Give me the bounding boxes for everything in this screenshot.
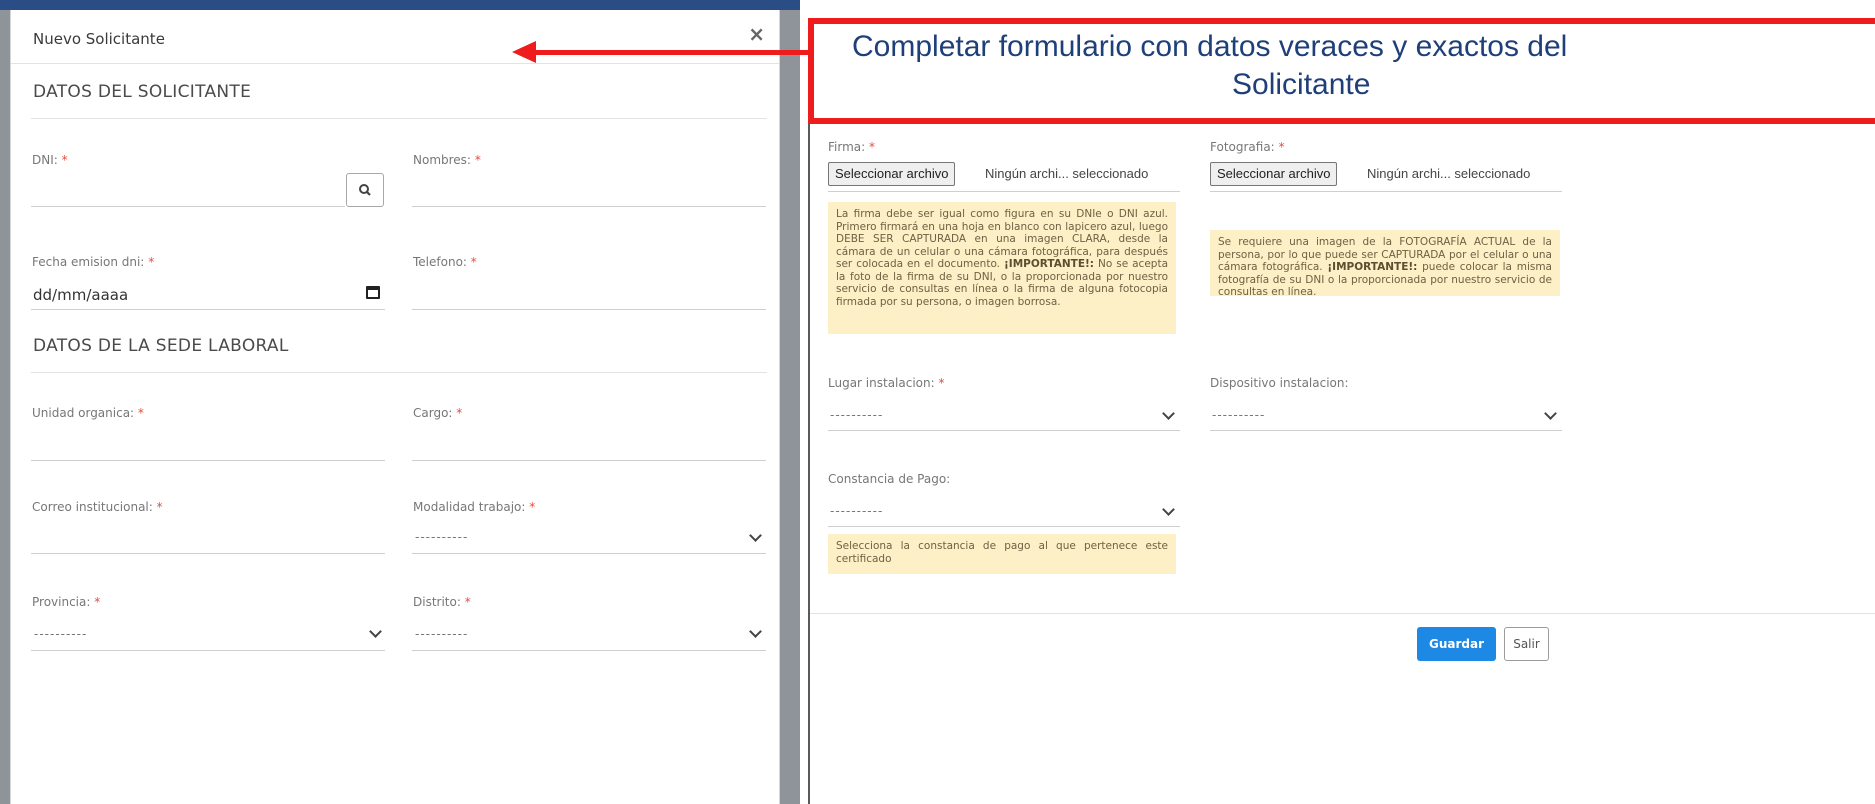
firma-file-status: Ningún archi... seleccionado — [985, 166, 1149, 181]
provincia-label: Provincia: * — [32, 595, 101, 609]
lugar-instalacion-label: Lugar instalacion: * — [828, 376, 945, 390]
new-applicant-modal: Nuevo Solicitante × DATOS DEL SOLICITANT… — [10, 10, 780, 804]
annotation-line-2: Solicitante — [1232, 68, 1371, 101]
close-icon[interactable]: × — [748, 24, 765, 44]
chevron-down-icon — [749, 625, 762, 638]
section-title-workplace: DATOS DE LA SEDE LABORAL — [33, 336, 289, 356]
firma-help-note: La firma debe ser igual como figura en s… — [828, 202, 1176, 334]
annotation-arrow-head — [512, 41, 536, 63]
form-continuation-panel: Firma: * Seleccionar archivo Ningún arch… — [808, 124, 1875, 804]
calendar-icon[interactable] — [366, 286, 380, 299]
constancia-pago-help-note: Selecciona la constancia de pago al que … — [828, 534, 1176, 574]
modal-header: Nuevo Solicitante × — [11, 10, 779, 64]
chevron-down-icon — [1544, 407, 1557, 420]
chevron-down-icon — [1162, 407, 1175, 420]
modalidad-select[interactable]: ---------- — [415, 530, 468, 544]
modalidad-underline — [412, 553, 766, 554]
firma-file-button[interactable]: Seleccionar archivo — [828, 162, 956, 186]
distrito-underline — [412, 650, 766, 651]
save-button[interactable]: Guardar — [1417, 627, 1496, 661]
section-divider — [31, 372, 767, 373]
modal-footer-divider — [810, 613, 1875, 614]
correo-label: Correo institucional: * — [32, 500, 163, 514]
chevron-down-icon — [749, 529, 762, 542]
firma-label: Firma: * — [828, 140, 875, 154]
telefono-label: Telefono: * — [413, 255, 477, 269]
lugar-instalacion-underline — [828, 430, 1180, 431]
firma-underline — [828, 191, 1180, 192]
annotation-arrow-line — [530, 50, 808, 55]
fotografia-file-status: Ningún archi... seleccionado — [1367, 166, 1531, 181]
modal-title: Nuevo Solicitante — [33, 30, 165, 48]
nombres-input[interactable] — [412, 206, 766, 207]
distrito-label: Distrito: * — [413, 595, 471, 609]
provincia-underline — [31, 650, 385, 651]
fotografia-file-button[interactable]: Seleccionar archivo — [1210, 162, 1338, 186]
telefono-input[interactable] — [412, 309, 766, 310]
modalidad-label: Modalidad trabajo: * — [413, 500, 536, 514]
section-divider — [31, 118, 767, 119]
constancia-pago-select[interactable]: ---------- — [830, 504, 883, 518]
dni-search-button[interactable] — [346, 173, 384, 207]
fecha-emision-input[interactable]: dd/mm/aaaa — [33, 286, 128, 304]
correo-input[interactable] — [31, 553, 385, 554]
annotation-banner: Completar formulario con datos veraces y… — [808, 18, 1875, 124]
fotografia-help-note: Se requiere una imagen de la FOTOGRAFÍA … — [1210, 230, 1560, 298]
lugar-instalacion-select[interactable]: ---------- — [830, 408, 883, 422]
unidad-organica-label: Unidad organica: * — [32, 406, 144, 420]
exit-button[interactable]: Salir — [1504, 627, 1549, 661]
dispositivo-instalacion-label: Dispositivo instalacion: — [1210, 376, 1349, 390]
annotation-line-1: Completar formulario con datos veraces y… — [852, 30, 1568, 63]
dispositivo-instalacion-select[interactable]: ---------- — [1212, 408, 1265, 422]
dispositivo-instalacion-underline — [1210, 430, 1562, 431]
fecha-emision-label: Fecha emision dni: * — [32, 255, 155, 269]
chevron-down-icon — [1162, 503, 1175, 516]
distrito-select[interactable]: ---------- — [415, 627, 468, 641]
search-icon — [359, 184, 371, 196]
fotografia-underline — [1210, 191, 1562, 192]
provincia-select[interactable]: ---------- — [34, 627, 87, 641]
unidad-organica-input[interactable] — [31, 460, 385, 461]
constancia-pago-underline — [828, 526, 1180, 527]
app-topbar — [0, 0, 800, 10]
chevron-down-icon — [369, 625, 382, 638]
constancia-pago-label: Constancia de Pago: — [828, 472, 951, 486]
dni-input[interactable] — [31, 206, 345, 207]
section-title-applicant: DATOS DEL SOLICITANTE — [33, 82, 252, 102]
fotografia-label: Fotografia: * — [1210, 140, 1285, 154]
dni-label: DNI: * — [32, 153, 68, 167]
screenshot-stage: Nuevo Solicitante × DATOS DEL SOLICITANT… — [0, 0, 1875, 804]
cargo-label: Cargo: * — [413, 406, 463, 420]
cargo-input[interactable] — [412, 460, 766, 461]
fecha-emision-underline — [31, 309, 385, 310]
annotation-text: Completar formulario con datos veraces y… — [852, 28, 1875, 104]
nombres-label: Nombres: * — [413, 153, 481, 167]
